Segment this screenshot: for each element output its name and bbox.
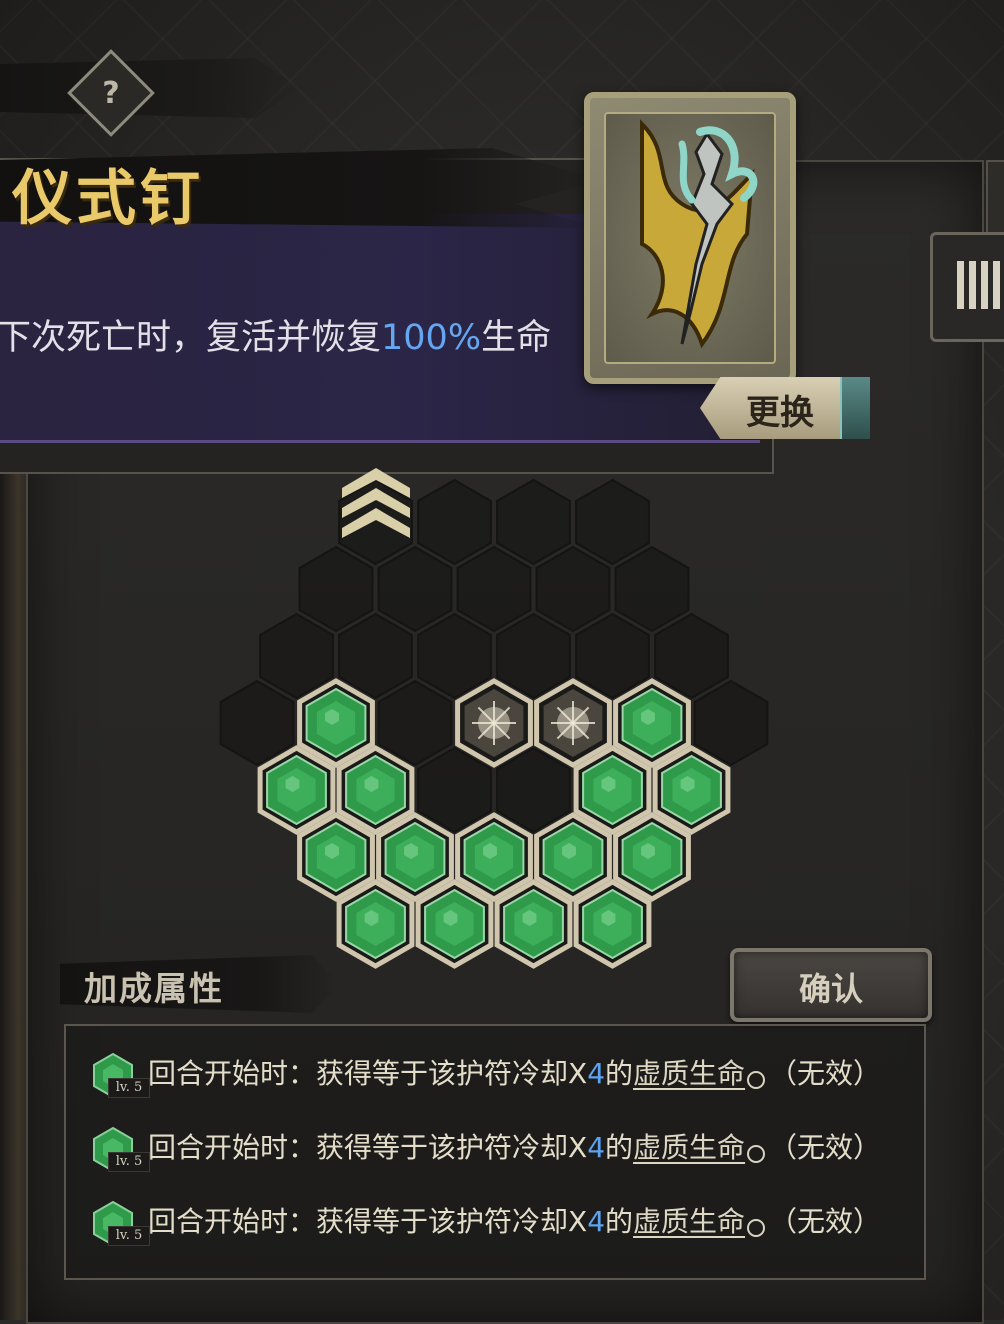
bonus-list: lv. 5 回合开始时：获得等于该护符冷却X4的虚质生命 （无效） lv. 5 回… <box>64 1024 926 1280</box>
swap-button-cap <box>840 377 870 439</box>
keyword-link[interactable]: 虚质生命 <box>633 1131 745 1164</box>
side-tab-button[interactable] <box>930 232 1004 342</box>
level-badge: lv. 5 <box>108 1226 150 1246</box>
key-icon <box>747 1219 766 1237</box>
swap-button[interactable]: 更换 <box>700 377 870 439</box>
keyword-link[interactable]: 虚质生命 <box>633 1205 745 1238</box>
bonus-item: lv. 5 回合开始时：获得等于该护符冷却X4的虚质生命 （无效） <box>90 1122 910 1178</box>
upgrade-chevron-icon[interactable] <box>338 462 414 542</box>
bonus-item: lv. 5 回合开始时：获得等于该护符冷却X4的虚质生命 （无效） <box>90 1196 910 1252</box>
key-icon <box>747 1145 766 1163</box>
bonus-item: lv. 5 回合开始时：获得等于该护符冷却X4的虚质生命 （无效） <box>90 1048 910 1104</box>
level-badge: lv. 5 <box>108 1152 150 1172</box>
question-icon: ? <box>102 75 120 111</box>
bonus-text: 回合开始时：获得等于该护符冷却X4的虚质生命 （无效） <box>148 1205 882 1238</box>
keyword-link[interactable]: 虚质生命 <box>633 1057 745 1090</box>
bonus-title: 加成属性 <box>84 969 224 1008</box>
artifact-description: 下次死亡时，复活并恢复100%生命 <box>0 318 552 358</box>
artifact-card[interactable] <box>584 92 796 384</box>
bars-icon <box>957 261 1004 309</box>
artifact-title: 仪式钉 <box>12 164 204 234</box>
confirm-button-label: 确认 <box>798 970 863 1008</box>
confirm-button[interactable]: 确认 <box>730 948 932 1022</box>
swap-button-label: 更换 <box>746 393 814 433</box>
bonus-text: 回合开始时：获得等于该护符冷却X4的虚质生命 （无效） <box>148 1057 882 1090</box>
bonus-text: 回合开始时：获得等于该护符冷却X4的虚质生命 （无效） <box>148 1131 882 1164</box>
ritual-nail-icon <box>640 119 758 349</box>
card-frame <box>604 112 776 364</box>
description-value: 100% <box>381 318 482 358</box>
key-icon <box>747 1071 766 1089</box>
level-badge: lv. 5 <box>108 1078 150 1098</box>
